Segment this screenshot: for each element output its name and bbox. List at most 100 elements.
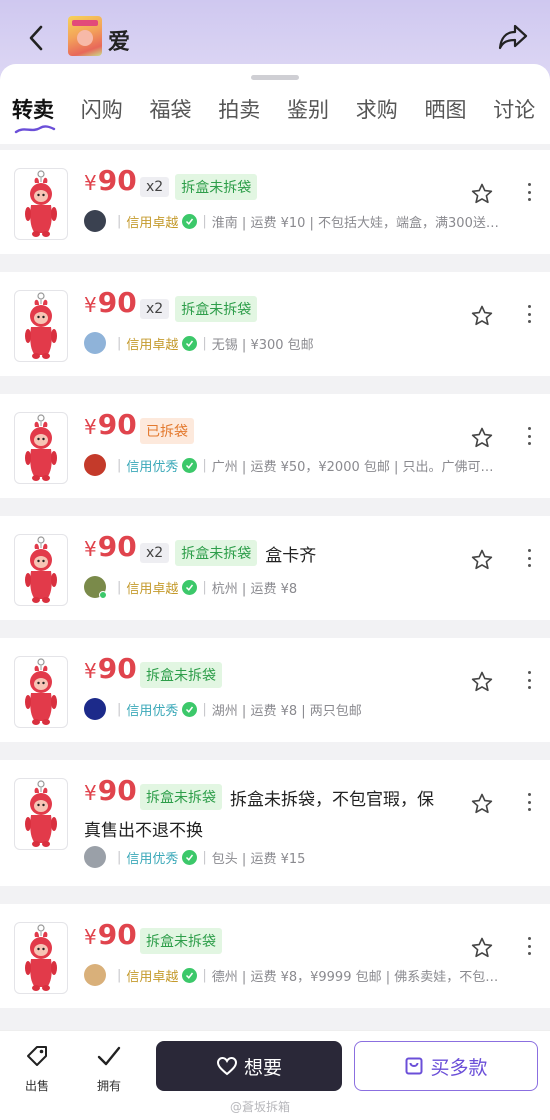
tab-4[interactable]: 鉴别 bbox=[275, 94, 344, 134]
credit-rating: 信用卓越 bbox=[126, 969, 179, 985]
product-image[interactable] bbox=[14, 168, 68, 240]
listing-card[interactable]: ¥90 已拆袋 | 信用优秀 | 广州 | 运费 ¥50，¥2000 包邮 | 只出。广佛… bbox=[0, 394, 550, 498]
product-image[interactable] bbox=[14, 778, 68, 850]
favorite-star-icon[interactable] bbox=[470, 670, 494, 694]
listing-card[interactable]: ¥90 拆盒未拆袋 | 信用优秀 | 湖州 | 运费 ¥8 | 两只包邮 bbox=[0, 638, 550, 742]
verified-check-icon bbox=[182, 967, 198, 983]
sheet-grabber[interactable] bbox=[251, 75, 299, 80]
favorite-star-icon[interactable] bbox=[470, 936, 494, 960]
more-options-icon[interactable] bbox=[524, 424, 534, 448]
want-label: 想要 bbox=[243, 1056, 282, 1079]
want-button[interactable]: 想要 bbox=[156, 1041, 342, 1091]
seller-meta: | 信用优秀 | 广州 | 运费 ¥50，¥2000 包邮 | 只出。广佛可… bbox=[84, 454, 534, 476]
seller-meta: | 信用卓越 | 淮南 | 运费 ¥10 | 不包括大娃，端盒，满300送… bbox=[84, 210, 534, 232]
verified-check-icon bbox=[182, 701, 198, 717]
listing-tags: x2 拆盒未拆袋 bbox=[140, 296, 265, 322]
product-image[interactable] bbox=[14, 656, 68, 728]
tab-label: 晒图 bbox=[424, 98, 467, 122]
listing-card[interactable]: ¥90 x2 拆盒未拆袋 盒卡齐 | 信用卓越 | 杭州 | 运费 ¥8 bbox=[0, 516, 550, 620]
tab-6[interactable]: 晒图 bbox=[413, 94, 482, 134]
more-options-icon[interactable] bbox=[524, 668, 534, 692]
listing-tags: 拆盒未拆袋 bbox=[140, 928, 230, 954]
credit-rating: 信用优秀 bbox=[126, 703, 179, 719]
back-button[interactable] bbox=[22, 22, 50, 54]
price: ¥90 bbox=[84, 286, 137, 319]
condition-badge: 拆盒未拆袋 bbox=[140, 784, 222, 810]
product-image[interactable] bbox=[14, 922, 68, 994]
share-icon bbox=[498, 24, 528, 50]
watermark: @蒼坂拆箱 bbox=[230, 1100, 291, 1114]
location-shipping: 德州 | 运费 ¥8，¥9999 包邮 | 佛系卖娃，不包… bbox=[211, 969, 499, 985]
product-image-icon bbox=[25, 924, 57, 991]
avatar[interactable] bbox=[84, 210, 106, 232]
more-options-icon[interactable] bbox=[524, 302, 534, 326]
condition-badge: 拆盒未拆袋 bbox=[175, 540, 258, 566]
verified-check-icon bbox=[182, 579, 198, 595]
favorite-star-icon[interactable] bbox=[470, 304, 494, 328]
tab-7[interactable]: 讨论 bbox=[481, 94, 550, 134]
listing-tags: 拆盒未拆袋 拆盒未拆袋，不包官瑕，保 bbox=[140, 784, 434, 810]
product-image-icon bbox=[25, 292, 57, 359]
price: ¥90 bbox=[84, 408, 137, 441]
avatar[interactable] bbox=[84, 332, 106, 354]
tab-2[interactable]: 福袋 bbox=[138, 94, 207, 134]
tab-3[interactable]: 拍卖 bbox=[206, 94, 275, 134]
more-options-icon[interactable] bbox=[524, 546, 534, 570]
sell-label: 出售 bbox=[24, 1079, 49, 1093]
condition-badge: 拆盒未拆袋 bbox=[140, 662, 222, 688]
product-image-icon bbox=[25, 780, 57, 847]
avatar[interactable] bbox=[84, 964, 106, 986]
condition-badge: 已拆袋 bbox=[140, 418, 194, 444]
page-title: 爱 bbox=[108, 30, 131, 55]
credit-rating: 信用卓越 bbox=[126, 215, 179, 231]
active-tab-indicator bbox=[14, 125, 56, 134]
seller-meta: | 信用优秀 | 湖州 | 运费 ¥8 | 两只包邮 bbox=[84, 698, 534, 720]
seller-meta: | 信用卓越 | 杭州 | 运费 ¥8 bbox=[84, 576, 534, 598]
seller-meta: | 信用优秀 | 包头 | 运费 ¥15 bbox=[84, 846, 534, 868]
content-sheet: 转卖 闪购 福袋 拍卖 鉴别 求购 晒图 讨论 ¥90 x2 拆盒未拆袋 | 信用卓越 | 淮南 | 运费… bbox=[0, 64, 550, 1120]
credit-rating: 信用优秀 bbox=[126, 459, 179, 475]
favorite-star-icon[interactable] bbox=[470, 182, 494, 206]
favorite-star-icon[interactable] bbox=[470, 792, 494, 816]
location-shipping: 淮南 | 运费 ¥10 | 不包括大娃，端盒，满300送… bbox=[211, 215, 499, 231]
tab-5[interactable]: 求购 bbox=[344, 94, 413, 134]
product-image[interactable] bbox=[14, 412, 68, 484]
tab-label: 闪购 bbox=[80, 98, 123, 122]
checkmark-icon bbox=[97, 1046, 121, 1066]
avatar[interactable] bbox=[84, 698, 106, 720]
more-options-icon[interactable] bbox=[524, 934, 534, 958]
tab-1[interactable]: 闪购 bbox=[69, 94, 138, 134]
buy-multiple-label: 买多款 bbox=[430, 1056, 488, 1079]
sell-button[interactable]: 出售 bbox=[12, 1043, 62, 1094]
own-button[interactable]: 拥有 bbox=[84, 1043, 134, 1094]
verified-check-icon bbox=[182, 457, 198, 473]
listing-description-cont: 真售出不退不换 bbox=[84, 821, 203, 841]
product-image-icon bbox=[25, 414, 57, 481]
quantity-badge: x2 bbox=[140, 177, 170, 197]
product-image-icon bbox=[25, 536, 57, 603]
heart-icon bbox=[216, 1056, 237, 1076]
more-options-icon[interactable] bbox=[524, 790, 534, 814]
avatar[interactable] bbox=[84, 576, 107, 598]
quantity-badge: x2 bbox=[140, 543, 170, 563]
favorite-star-icon[interactable] bbox=[470, 548, 494, 572]
product-image[interactable] bbox=[14, 534, 68, 606]
tab-label: 转卖 bbox=[12, 98, 54, 122]
price: ¥90 bbox=[84, 918, 137, 951]
product-image[interactable] bbox=[14, 290, 68, 362]
credit-rating: 信用优秀 bbox=[126, 851, 179, 867]
price: ¥90 bbox=[84, 774, 137, 807]
listing-card[interactable]: ¥90 拆盒未拆袋 拆盒未拆袋，不包官瑕，保真售出不退不换 | 信用优秀 | 包头 | 运费… bbox=[0, 760, 550, 886]
tab-0[interactable]: 转卖 bbox=[0, 94, 69, 134]
avatar[interactable] bbox=[84, 846, 106, 868]
listing-card[interactable]: ¥90 x2 拆盒未拆袋 | 信用卓越 | 淮南 | 运费 ¥10 | 不包括大娃，端盒，满… bbox=[0, 150, 550, 254]
buy-multiple-button[interactable]: 买多款 bbox=[354, 1041, 538, 1091]
share-button[interactable] bbox=[496, 20, 530, 54]
own-label: 拥有 bbox=[96, 1079, 121, 1093]
avatar[interactable] bbox=[84, 454, 106, 476]
product-image-icon bbox=[25, 658, 57, 725]
listing-card[interactable]: ¥90 x2 拆盒未拆袋 | 信用卓越 | 无锡 | ¥300 包邮 bbox=[0, 272, 550, 376]
favorite-star-icon[interactable] bbox=[470, 426, 494, 450]
listing-card[interactable]: ¥90 拆盒未拆袋 | 信用卓越 | 德州 | 运费 ¥8，¥9999 包邮 | 佛系卖娃… bbox=[0, 904, 550, 1008]
more-options-icon[interactable] bbox=[524, 180, 534, 204]
